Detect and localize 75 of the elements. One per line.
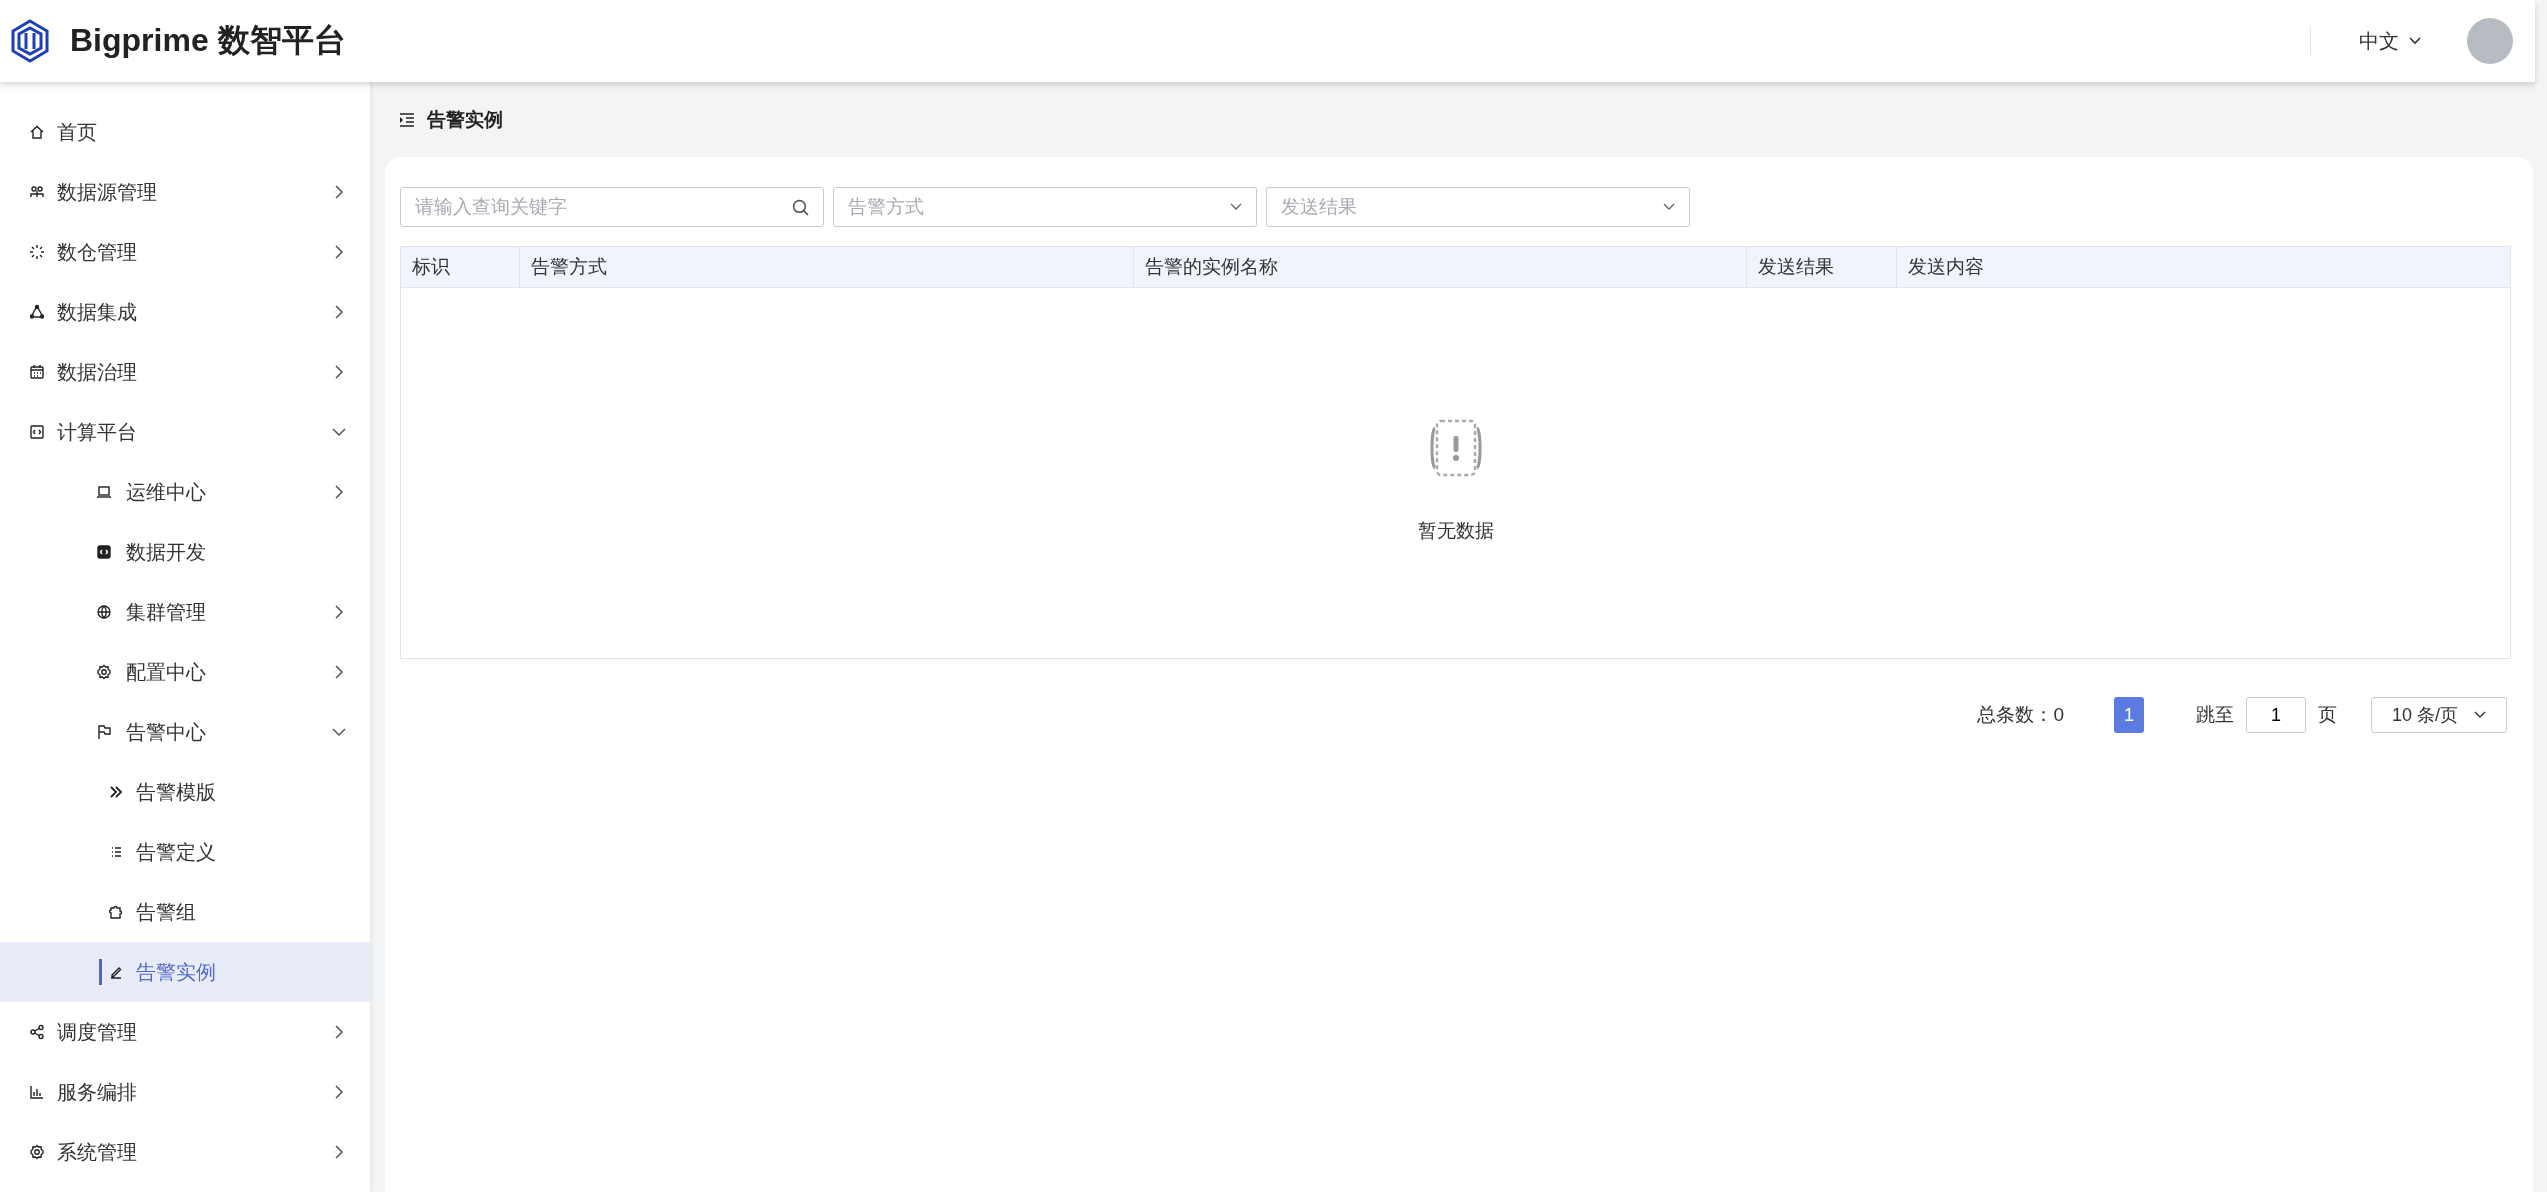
sidebar-item[interactable]: 数据开发 [0, 522, 370, 582]
sidebar-item[interactable]: 告警模版 [0, 762, 370, 822]
column-header: 发送内容 [1896, 247, 2510, 287]
code-badge-icon [96, 544, 112, 560]
hexagon-logo-icon [10, 19, 50, 63]
chevron-down-icon [1230, 203, 1242, 211]
bar-chart-icon [29, 1084, 45, 1100]
sidebar-item-label: 首页 [57, 119, 98, 145]
total-count: 总条数：0 [1977, 703, 2064, 727]
sidebar-item[interactable]: 数仓管理 [0, 222, 370, 282]
language-select[interactable]: 中文 [2359, 27, 2421, 55]
sidebar-item-label: 告警实例 [136, 959, 217, 985]
page-size-select[interactable]: 10 条/页 [2371, 697, 2507, 733]
chevron-down-icon [2409, 37, 2421, 45]
double-chevron-icon [108, 784, 124, 800]
sidebar-item-label: 告警模版 [136, 779, 217, 805]
home-icon [29, 124, 45, 140]
sidebar-item-label: 调度管理 [57, 1019, 138, 1045]
sidebar-item[interactable]: 告警定义 [0, 822, 370, 882]
chevron-down-icon [2474, 711, 2486, 719]
sidebar-item-label: 告警组 [136, 899, 197, 925]
sidebar-item[interactable]: 数据治理 [0, 342, 370, 402]
triangle-nodes-icon [29, 304, 45, 320]
sidebar-item[interactable]: 服务编排 [0, 1062, 370, 1122]
sidebar-item[interactable]: 告警组 [0, 882, 370, 942]
page-input[interactable]: 1 [2246, 697, 2306, 733]
sidebar-item-label: 告警中心 [126, 719, 207, 745]
empty-message: 暂无数据 [1417, 519, 1494, 543]
column-header: 告警的实例名称 [1133, 247, 1746, 287]
sidebar-item[interactable]: 告警实例 [0, 942, 370, 1002]
laptop-icon [96, 484, 112, 500]
sidebar-item[interactable]: 调度管理 [0, 1002, 370, 1062]
nodes-icon [29, 184, 45, 200]
sidebar-item[interactable]: 告警中心 [0, 702, 370, 762]
sidebar-item-label: 数仓管理 [57, 239, 138, 265]
sidebar-item[interactable]: 数据集成 [0, 282, 370, 342]
settings-icon [96, 664, 112, 680]
sidebar-item-label: 计算平台 [57, 419, 138, 445]
indent-icon [399, 112, 415, 127]
code-window-icon [29, 424, 45, 440]
share-icon [29, 1024, 45, 1040]
sidebar-item-label: 服务编排 [57, 1079, 138, 1105]
page-suffix: 页 [2318, 703, 2337, 727]
jump-label: 跳至 [2196, 703, 2234, 727]
column-header: 标识 [411, 255, 451, 279]
flag-icon [96, 724, 112, 740]
sidebar-item-label: 配置中心 [126, 659, 207, 685]
sidebar-item[interactable]: 数据源管理 [0, 162, 370, 222]
sidebar-item-label: 数据源管理 [57, 179, 158, 205]
search-icon [792, 198, 809, 216]
puzzle-icon [108, 904, 124, 920]
column-header: 告警方式 [519, 247, 1133, 287]
sidebar-item-label: 告警定义 [136, 839, 217, 865]
chevron-down-icon [1663, 203, 1675, 211]
page-title: 告警实例 [427, 107, 503, 132]
sidebar-item[interactable]: 系统管理 [0, 1122, 370, 1182]
sidebar-item[interactable]: 首页 [0, 102, 370, 162]
sidebar-item[interactable]: 计算平台 [0, 402, 370, 462]
sparkle-icon [29, 244, 45, 260]
sidebar-item-label: 数据治理 [57, 359, 138, 385]
sidebar-item-label: 系统管理 [57, 1139, 138, 1165]
sidebar-item-label: 运维中心 [126, 479, 207, 505]
calendar-icon [29, 364, 45, 380]
page-button[interactable]: 1 [2114, 697, 2144, 733]
avatar[interactable] [2467, 18, 2513, 64]
brand-title: Bigprime 数智平台 [70, 21, 346, 60]
globe-icon [96, 604, 112, 620]
sidebar-item[interactable]: 集群管理 [0, 582, 370, 642]
column-header: 发送结果 [1746, 247, 1896, 287]
sidebar-item-label: 数据集成 [57, 299, 138, 325]
sidebar-item[interactable]: 配置中心 [0, 642, 370, 702]
sidebar-item-label: 集群管理 [126, 599, 207, 625]
sidebar-item[interactable]: 运维中心 [0, 462, 370, 522]
sidebar-item-label: 数据开发 [126, 539, 207, 565]
settings-icon [29, 1144, 45, 1160]
